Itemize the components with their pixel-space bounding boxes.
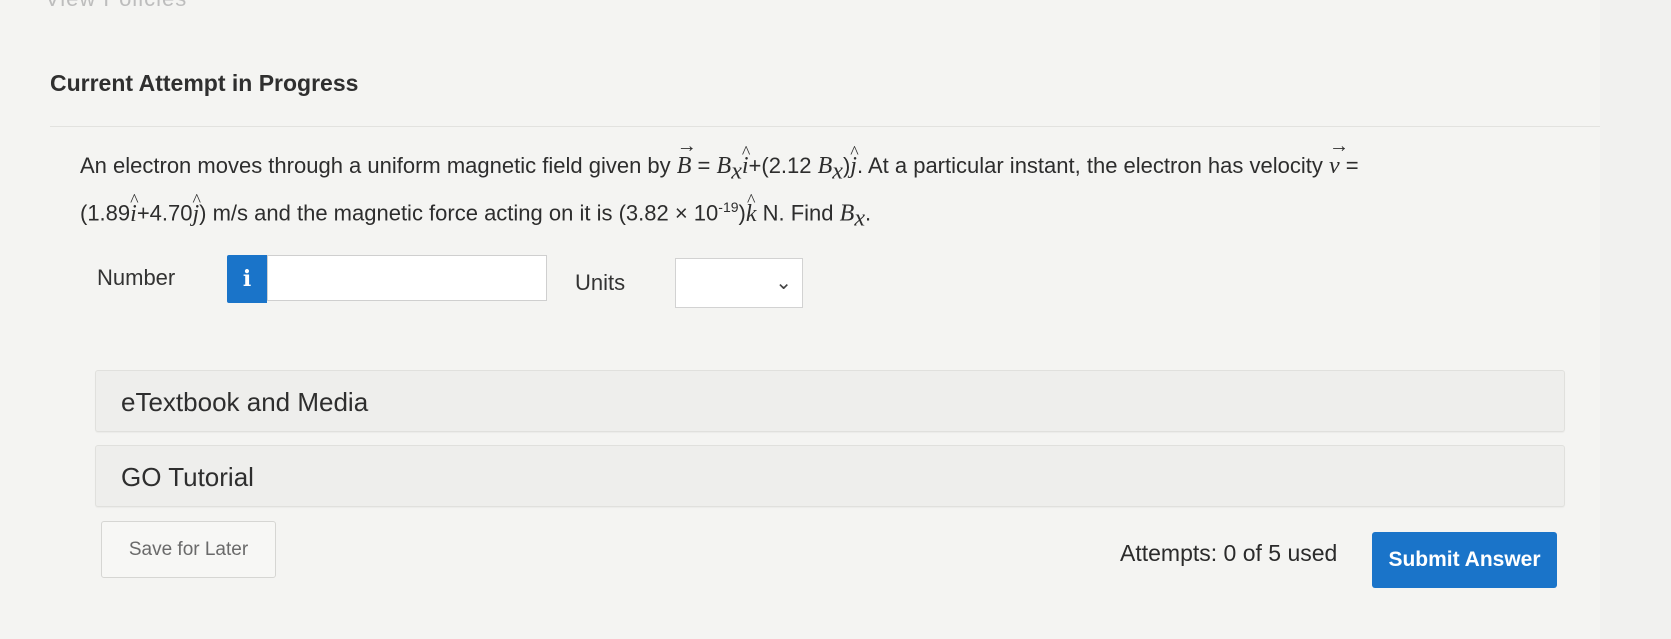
units-label: Units (575, 270, 626, 295)
etextbook-section[interactable]: eTextbook and Media (95, 370, 1565, 432)
unit-vector-k: k (746, 182, 757, 232)
info-icon[interactable]: i (227, 255, 267, 303)
chevron-down-icon: ⌄ (775, 272, 792, 294)
go-tutorial-label: GO Tutorial (121, 462, 254, 492)
vector-b: B (677, 128, 692, 184)
bx-symbol: B (817, 153, 833, 179)
exponent: -19 (718, 199, 739, 216)
save-for-later-button[interactable]: Save for Later (101, 521, 276, 578)
cut-off-heading: View Policies (45, 0, 187, 12)
question-text: An electron moves through a uniform magn… (80, 128, 1590, 237)
question-part: +(2.12 (748, 153, 818, 178)
bx-symbol: B (839, 200, 855, 227)
question-part: . At a particular instant, the electron … (856, 153, 1329, 178)
unit-vector-i: i (130, 182, 137, 232)
question-part: An electron moves through a uniform magn… (80, 153, 677, 178)
question-part: ) m/s and the magnetic force acting on i… (199, 200, 719, 226)
attempts-counter: Attempts: 0 of 5 used (1120, 540, 1338, 566)
subscript-x: x (832, 158, 843, 185)
question-part: ) (738, 200, 746, 226)
units-select[interactable]: ⌄ (675, 258, 803, 308)
question-part: (1.89 (80, 200, 131, 226)
go-tutorial-section[interactable]: GO Tutorial (95, 445, 1565, 507)
page-title: Current Attempt in Progress (50, 70, 359, 96)
number-label: Number (97, 265, 176, 290)
question-part: . (864, 200, 872, 226)
bx-symbol: B (716, 153, 732, 179)
unit-vector-i: i (742, 134, 749, 184)
unit-vector-j: j (193, 182, 200, 232)
unit-vector-j: j (850, 134, 857, 184)
divider (50, 126, 1600, 127)
subscript-x: x (854, 206, 865, 233)
question-part: +4.70 (136, 200, 193, 226)
number-input[interactable] (267, 255, 547, 301)
question-part: N. Find (756, 200, 840, 226)
submit-answer-button[interactable]: Submit Answer (1372, 532, 1557, 588)
etextbook-label: eTextbook and Media (121, 387, 369, 417)
subscript-x: x (731, 158, 742, 185)
vector-v: v (1329, 128, 1340, 184)
